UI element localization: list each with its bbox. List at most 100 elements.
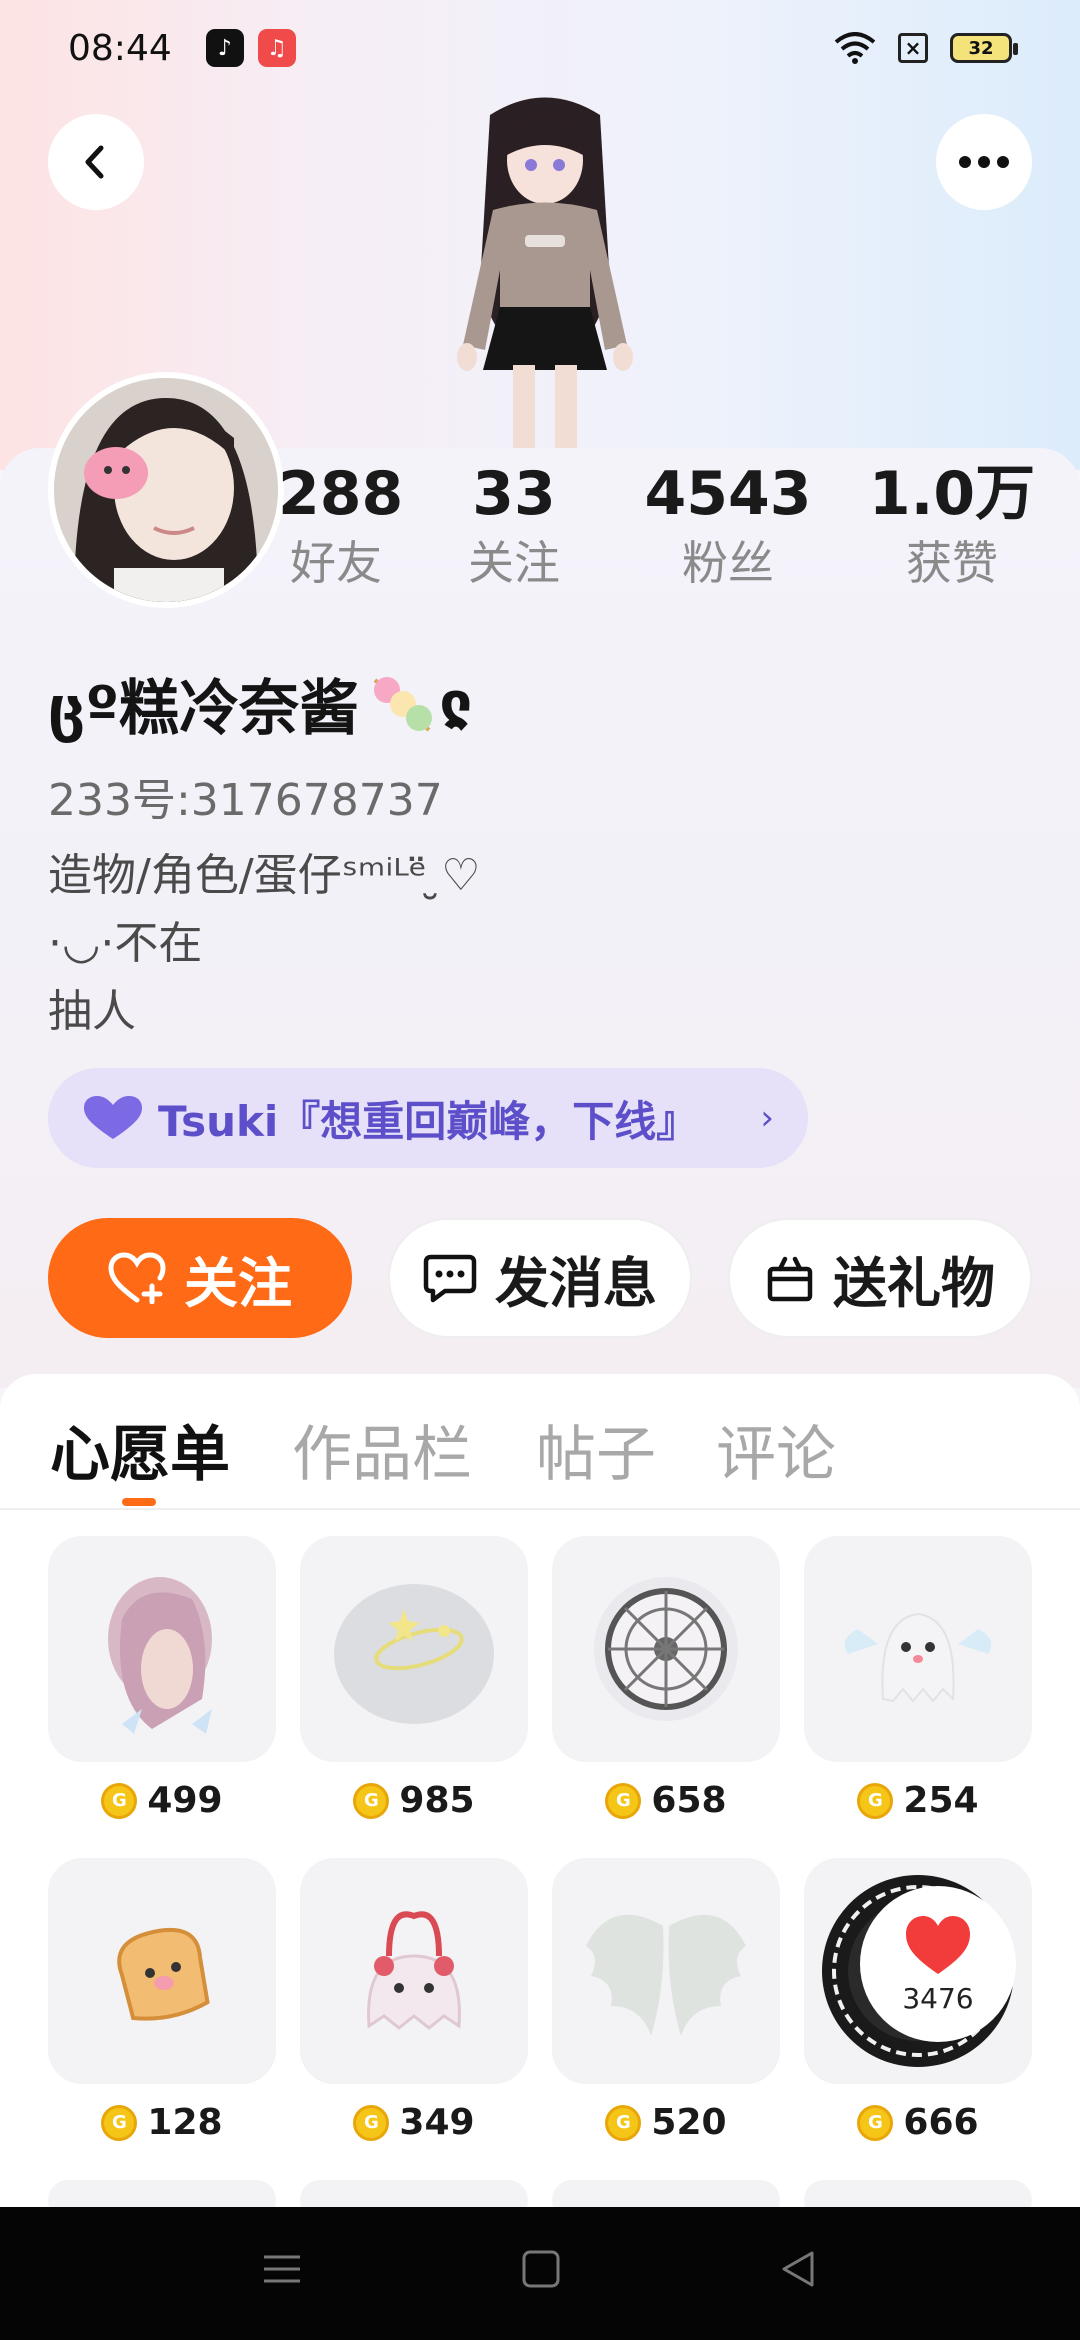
angel-wings-icon	[552, 1858, 780, 2084]
send-gift-button[interactable]: 送礼物	[728, 1218, 1032, 1338]
battery-icon: 32	[950, 33, 1018, 63]
stat-likes-label: 获赞	[906, 536, 998, 590]
wishlist-item[interactable]: G 128	[48, 1858, 276, 2143]
toast-bread-icon	[48, 1858, 276, 2084]
user-bio: 造物/角色/蛋仔ˢᵐⁱᴸᵉ̈ ̮♡ ·◡·不在 抽人	[48, 842, 481, 1046]
back-button[interactable]	[48, 114, 144, 210]
coin-icon: G	[101, 1782, 138, 1819]
like-bubble[interactable]: 3476	[860, 1886, 1016, 2042]
coin-icon: G	[605, 2104, 642, 2141]
wishlist-item[interactable]: G 985	[300, 1536, 528, 1821]
tab-posts[interactable]: 帖子	[536, 1406, 656, 1493]
price-value: 985	[399, 1780, 475, 1821]
item-price: G 658	[552, 1780, 780, 1821]
music-app-icon: ♫	[257, 29, 296, 67]
item-price: G 985	[300, 1780, 528, 1821]
coin-icon: G	[857, 1782, 894, 1819]
item-price: G 254	[804, 1780, 1032, 1821]
stat-friends[interactable]: 288 好友	[278, 458, 404, 596]
status-time: 08:44	[68, 27, 172, 69]
message-button[interactable]: 发消息	[388, 1218, 692, 1338]
stat-friends-label: 好友	[290, 536, 382, 590]
starry-cloud-icon	[300, 1536, 528, 1762]
more-options-button[interactable]	[936, 114, 1032, 210]
wishlist-item[interactable]: G 520	[552, 1858, 780, 2143]
tab-wishlist[interactable]: 心愿单	[50, 1406, 230, 1493]
chevron-right-icon: ›	[760, 1098, 774, 1138]
profile-content: 心愿单 作品栏 帖子 评论 G 499 G 985 G 658 G 254 G …	[0, 1374, 1080, 2220]
chevron-left-icon	[85, 145, 104, 179]
item-price: G 666	[804, 2102, 1032, 2143]
character-avatar-3d	[457, 97, 633, 470]
wishlist-item[interactable]: G 658	[552, 1536, 780, 1821]
price-value: 499	[147, 1780, 223, 1821]
stat-fans[interactable]: 4543 粉丝	[640, 458, 816, 596]
dango-icon	[373, 676, 433, 731]
active-tab-indicator	[122, 1498, 156, 1506]
coin-icon: G	[353, 1782, 390, 1819]
like-count: 3476	[902, 1981, 974, 2015]
bio-line: ·◡·不在	[48, 918, 203, 969]
coin-icon: G	[353, 2104, 390, 2141]
item-price: G 128	[48, 2102, 276, 2143]
stat-friends-count: 288	[278, 459, 404, 529]
gift-label: 送礼物	[833, 1251, 995, 1315]
stat-following[interactable]: 33 关注	[456, 458, 572, 596]
coin-icon: G	[101, 2104, 138, 2141]
wifi-icon	[834, 32, 876, 64]
guild-name: Tsuki『想重回巅峰，下线』	[158, 1096, 699, 1146]
wishlist-item[interactable]: G 349	[300, 1858, 528, 2143]
tiktok-icon: ♪	[205, 29, 244, 67]
user-nickname: ცº糕冷奈酱 ჺ	[48, 660, 472, 747]
wishlist-item[interactable]: 3476 G 666	[804, 1858, 1032, 2143]
price-value: 349	[399, 2102, 475, 2143]
tab-works[interactable]: 作品栏	[292, 1406, 472, 1493]
tab-comments[interactable]: 评论	[716, 1406, 836, 1493]
status-bar: 08:44 ♪ ♫ × 32	[0, 0, 1080, 96]
heart-plus-icon	[108, 1252, 166, 1304]
stat-fans-count: 4543	[644, 459, 812, 529]
stat-fans-label: 粉丝	[682, 536, 774, 590]
message-label: 发消息	[495, 1251, 657, 1315]
follow-label: 关注	[184, 1251, 292, 1315]
wishlist-item[interactable]: G 499	[48, 1536, 276, 1821]
sim-disabled-icon: ×	[898, 33, 928, 63]
heart-icon	[906, 1915, 970, 1974]
nickname-text: ცº糕冷奈酱	[48, 674, 360, 744]
follow-button[interactable]: 关注	[48, 1218, 352, 1338]
winged-ghost-icon	[804, 1536, 1032, 1762]
more-dots-icon	[959, 156, 1009, 168]
profile-tabs: 心愿单 作品栏 帖子 评论	[0, 1374, 1080, 1510]
bio-line: 造物/角色/蛋仔ˢᵐⁱᴸᵉ̈ ̮♡	[48, 850, 481, 901]
guild-badge[interactable]: Tsuki『想重回巅峰，下线』 ›	[48, 1068, 808, 1168]
user-id: 233号:317678737	[48, 775, 443, 826]
profile-stats: 288 好友 33 关注 4543 粉丝 1.0万 获赞	[0, 458, 1080, 608]
coin-icon: G	[605, 1782, 642, 1819]
coin-icon: G	[857, 2104, 894, 2141]
rune-ring-icon: 3476	[804, 1858, 1032, 2084]
stat-following-label: 关注	[468, 536, 560, 590]
wishlist-item[interactable]: G 254	[804, 1536, 1032, 1821]
price-value: 520	[651, 2102, 727, 2143]
back-nav-icon[interactable]	[778, 2249, 818, 2289]
system-nav-bar	[0, 2207, 1080, 2340]
item-price: G 520	[552, 2102, 780, 2143]
price-value: 658	[651, 1780, 727, 1821]
price-value: 254	[903, 1780, 979, 1821]
item-price: G 349	[300, 2102, 528, 2143]
bunny-bag-icon	[300, 1858, 528, 2084]
stat-likes-count: 1.0万	[868, 459, 1036, 529]
magic-circle-icon	[552, 1536, 780, 1762]
nickname-suffix: ჺ	[439, 668, 473, 739]
price-value: 666	[903, 2102, 979, 2143]
menu-icon[interactable]	[262, 2249, 302, 2289]
chat-bubble-icon	[423, 1254, 477, 1303]
gift-icon	[767, 1256, 813, 1302]
hair-accessory-icon	[48, 1536, 276, 1762]
heart-icon	[84, 1096, 142, 1139]
item-price: G 499	[48, 1780, 276, 1821]
bio-line: 抽人	[48, 986, 136, 1037]
stat-likes[interactable]: 1.0万 获赞	[862, 458, 1042, 596]
stat-following-count: 33	[472, 459, 556, 529]
home-icon[interactable]	[521, 2249, 561, 2289]
